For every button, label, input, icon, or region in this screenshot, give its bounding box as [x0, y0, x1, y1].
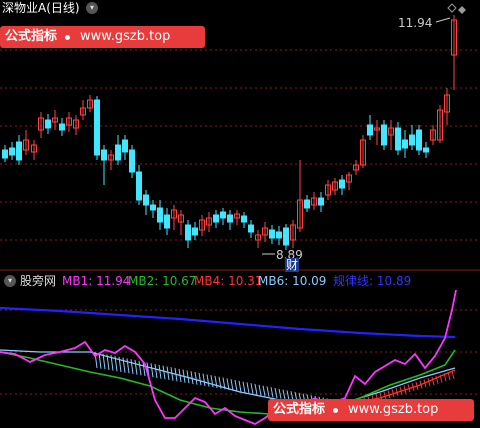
candle-body [395, 127, 401, 151]
diamond-icon [447, 3, 457, 13]
candle-body [241, 215, 247, 223]
candle-body [220, 211, 226, 219]
candle-body [367, 124, 373, 136]
legend-mb2: MB2: 10.67 [128, 274, 197, 288]
candle-body [94, 99, 100, 156]
candle-body [416, 129, 422, 151]
watermark-badge-bottom: 公式指标 www.gszb.top [268, 399, 474, 421]
candle-body [101, 149, 107, 161]
candle-body [150, 204, 156, 211]
candle-body [59, 123, 65, 131]
indicator-name: 股旁网 [20, 274, 57, 288]
watermark-badge-top: 公式指标 www.gszb.top [0, 26, 205, 48]
candle-body [213, 214, 219, 223]
candle-body [269, 229, 275, 239]
candle-body [381, 124, 387, 146]
legend-mb4: MB4: 10.31 [194, 274, 263, 288]
diamond-icon [458, 6, 466, 14]
candle-body [164, 214, 170, 229]
candle-body [143, 194, 149, 206]
candle-body [409, 134, 415, 146]
watermark-url: www.gszb.top [74, 26, 177, 48]
event-marker: 财 [285, 258, 300, 272]
candle-body [304, 199, 310, 209]
candle-body [423, 147, 429, 153]
candle-body [2, 149, 8, 159]
chart-title: 深物业A(日线) [2, 1, 80, 15]
candle-body [45, 119, 51, 129]
high-arrow [435, 17, 451, 23]
high-price-label: 11.94 [398, 16, 433, 30]
watermark-left: 公式指标 [5, 29, 58, 44]
candle-body [9, 147, 15, 156]
chevron-down-icon[interactable]: ▾ [86, 2, 98, 14]
candle-body [115, 144, 121, 161]
candle-body [185, 224, 191, 241]
candle-body [339, 179, 345, 189]
candle-body [283, 227, 289, 246]
legend-mb1: MB1: 11.94 [62, 274, 131, 288]
candle-body [16, 141, 22, 161]
candle-body [129, 149, 135, 173]
watermark-dot [65, 34, 71, 40]
legend-regression-line: 规律线: 10.89 [333, 274, 412, 288]
settings-icon[interactable]: ▾ [4, 275, 16, 287]
candle-body [248, 224, 254, 233]
candle-body [227, 214, 233, 223]
regression-line [0, 306, 456, 339]
candle-body [318, 197, 324, 206]
candle-body [276, 231, 282, 239]
candle-body [192, 227, 198, 236]
chart-canvas [0, 3, 480, 426]
legend-mb6: MB6: 10.09 [258, 274, 327, 288]
candle-body [402, 139, 408, 149]
candle-body [136, 171, 142, 201]
candle-body [122, 139, 128, 153]
candle-body [157, 207, 163, 223]
